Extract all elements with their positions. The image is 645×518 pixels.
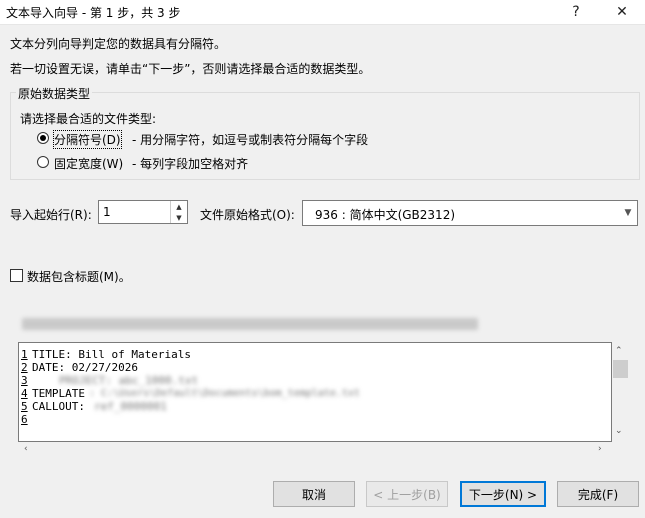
row-number: 5 bbox=[21, 400, 28, 413]
scroll-left-icon[interactable]: ‹ bbox=[24, 444, 28, 454]
stepper-down-icon[interactable]: ▼ bbox=[171, 212, 187, 223]
radio-delimited-label[interactable]: 分隔符号(D) bbox=[53, 130, 122, 149]
preview-row: 2 DATE: 02/27/2026 bbox=[19, 361, 609, 374]
cancel-button[interactable]: 取消 bbox=[273, 481, 355, 507]
radio-delimited[interactable] bbox=[37, 132, 49, 144]
help-button[interactable]: ? bbox=[553, 0, 599, 24]
window-title: 文本导入向导 - 第 1 步，共 3 步 bbox=[6, 6, 181, 20]
intro-line-2: 若一切设置无误，请单击“下一步”，否则请选择最合适的数据类型。 bbox=[10, 62, 371, 76]
radio-fixed-width[interactable] bbox=[37, 156, 49, 168]
row-text-redacted: PROJECT: abc_1000.txt bbox=[59, 374, 199, 387]
preview-row: 5 CALLOUT: ref_0000001 bbox=[19, 400, 609, 413]
row-text: CALLOUT: bbox=[32, 400, 85, 413]
row-number: 6 bbox=[21, 413, 28, 426]
scroll-up-icon[interactable]: ⌃ bbox=[615, 346, 623, 356]
row-text-redacted: ref_0000001 bbox=[94, 400, 167, 413]
title-bar: 文本导入向导 - 第 1 步，共 3 步 ? ✕ bbox=[0, 0, 645, 24]
back-button[interactable]: < 上一步(B) bbox=[366, 481, 448, 507]
intro-line-1: 文本分列向导判定您的数据具有分隔符。 bbox=[10, 37, 227, 51]
finish-button[interactable]: 完成(F) bbox=[557, 481, 639, 507]
scroll-thumb[interactable] bbox=[613, 360, 628, 378]
file-type-prompt: 请选择最合适的文件类型: bbox=[20, 112, 157, 126]
chevron-down-icon[interactable]: ▼ bbox=[618, 201, 637, 225]
row-text: TEMPLATE bbox=[32, 387, 85, 400]
preview-row: 3 PROJECT: abc_1000.txt bbox=[19, 374, 609, 387]
file-path-redacted bbox=[22, 318, 478, 330]
radio-fixed-width-desc: - 每列字段加空格对齐 bbox=[132, 157, 249, 171]
preview-pane[interactable]: 1 TITLE: Bill of Materials 2 DATE: 02/27… bbox=[18, 342, 612, 442]
next-button[interactable]: 下一步(N) > bbox=[460, 481, 546, 507]
row-number: 3 bbox=[21, 374, 28, 387]
group-label: 原始数据类型 bbox=[16, 85, 93, 102]
stepper-up-icon[interactable]: ▲ bbox=[171, 201, 187, 212]
has-headers-checkbox[interactable] bbox=[10, 269, 23, 282]
close-button[interactable]: ✕ bbox=[599, 0, 645, 24]
radio-delimited-desc: - 用分隔字符，如逗号或制表符分隔每个字段 bbox=[132, 133, 369, 147]
row-number: 4 bbox=[21, 387, 28, 400]
start-row-label: 导入起始行(R): bbox=[10, 208, 92, 222]
start-row-stepper[interactable]: 1 ▲ ▼ bbox=[98, 200, 188, 224]
file-origin-dropdown[interactable]: 936 : 简体中文(GB2312) ▼ bbox=[302, 200, 638, 226]
preview-row: 4 TEMPLATE : C:\Users\Default\Documents\… bbox=[19, 387, 609, 400]
radio-fixed-width-label[interactable]: 固定宽度(W) bbox=[54, 155, 123, 172]
row-text: DATE: 02/27/2026 bbox=[32, 361, 138, 374]
file-origin-label: 文件原始格式(O): bbox=[200, 208, 295, 222]
file-origin-value: 936 : 简体中文(GB2312) bbox=[315, 208, 456, 222]
scroll-down-icon[interactable]: ⌄ bbox=[615, 426, 623, 436]
preview-vertical-scrollbar[interactable]: ⌃ ⌄ bbox=[612, 342, 629, 442]
row-number: 2 bbox=[21, 361, 28, 374]
row-text-redacted: : C:\Users\Default\Documents\bom_templat… bbox=[89, 388, 360, 399]
preview-row: 1 TITLE: Bill of Materials bbox=[19, 348, 609, 361]
preview-horizontal-scrollbar[interactable]: ‹ › bbox=[18, 442, 612, 459]
row-text: TITLE: Bill of Materials bbox=[32, 348, 191, 361]
stepper-buttons: ▲ ▼ bbox=[170, 201, 187, 223]
start-row-value[interactable]: 1 bbox=[103, 205, 111, 219]
preview-row: 6 bbox=[19, 413, 609, 426]
row-number: 1 bbox=[21, 348, 28, 361]
scroll-right-icon[interactable]: › bbox=[598, 444, 602, 454]
has-headers-label[interactable]: 数据包含标题(M)。 bbox=[27, 268, 131, 285]
